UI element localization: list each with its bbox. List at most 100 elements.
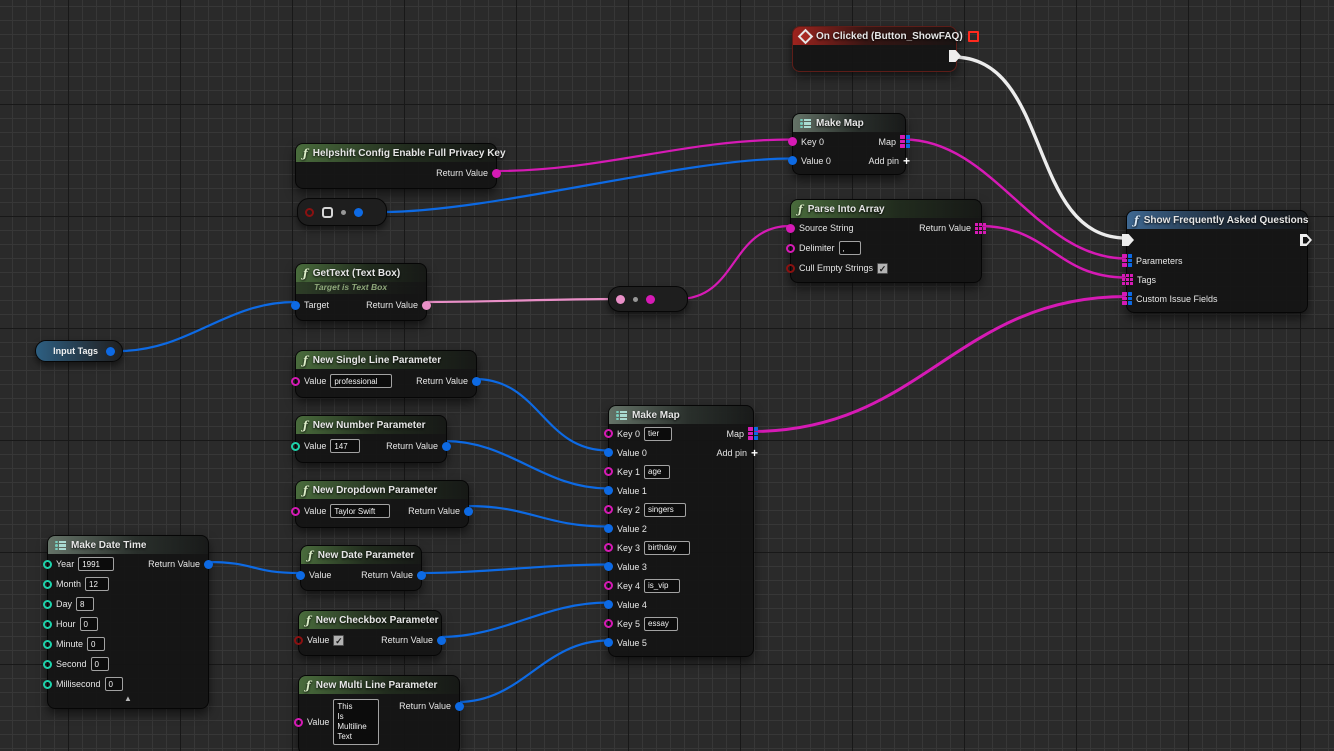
node-title-bar[interactable]: ƒGetText (Text Box)	[296, 264, 426, 282]
node-parse-into-array[interactable]: ƒParse Into ArraySource StringReturn Val…	[790, 199, 982, 283]
value-pin[interactable]	[291, 442, 300, 451]
node-new-dropdown-parameter[interactable]: ƒNew Dropdown ParameterValueTaylor Swift…	[295, 480, 469, 528]
second-pin[interactable]	[43, 660, 52, 669]
node-header[interactable]: Make Map	[793, 114, 905, 132]
string-out-pin[interactable]	[646, 295, 655, 304]
hour-input[interactable]: 0	[80, 617, 98, 631]
second-input[interactable]: 0	[91, 657, 109, 671]
node-header[interactable]: ƒGetText (Text Box)Target is Text Box	[296, 264, 426, 294]
exec-out-pin[interactable]	[1300, 234, 1312, 246]
value-input[interactable]: 147	[330, 439, 360, 453]
cull-empty-strings-pin[interactable]	[786, 264, 795, 273]
key-5-input[interactable]: essay	[644, 617, 678, 631]
return-value-pin[interactable]	[492, 169, 501, 178]
node-header[interactable]: ƒNew Checkbox Parameter	[299, 611, 441, 629]
node-title-bar[interactable]: ƒNew Checkbox Parameter	[299, 611, 441, 629]
node-gettext-text-box[interactable]: ƒGetText (Text Box)Target is Text BoxTar…	[295, 263, 427, 321]
output-pin[interactable]	[106, 347, 115, 356]
value-0-pin[interactable]	[788, 156, 797, 165]
node-header[interactable]: Make Map	[609, 406, 753, 424]
return-value-pin[interactable]	[417, 571, 426, 580]
return-value-pin[interactable]	[455, 702, 464, 711]
return-value-pin[interactable]	[472, 377, 481, 386]
node-new-single-line-parameter[interactable]: ƒNew Single Line ParameterValueprofessio…	[295, 350, 477, 398]
node-title-bar[interactable]: ƒNew Multi Line Parameter	[299, 676, 459, 694]
day-pin[interactable]	[43, 600, 52, 609]
value-pin[interactable]	[294, 718, 303, 727]
value-input[interactable]: This Is Multiline Text	[333, 699, 379, 745]
node-title-bar[interactable]: ƒNew Dropdown Parameter	[296, 481, 468, 499]
node-header[interactable]: ƒNew Multi Line Parameter	[299, 676, 459, 694]
collapse-arrow-icon[interactable]: ▲	[48, 694, 208, 704]
node-header[interactable]: On Clicked (Button_ShowFAQ)	[793, 27, 956, 45]
bool-in-pin[interactable]	[305, 208, 314, 217]
value-checkbox[interactable]: ✓	[333, 635, 344, 646]
key-0-pin[interactable]	[788, 137, 797, 146]
node-new-checkbox-parameter[interactable]: ƒNew Checkbox ParameterValue✓Return Valu…	[298, 610, 442, 656]
minute-input[interactable]: 0	[87, 637, 105, 651]
node-title-bar[interactable]: ƒParse Into Array	[791, 200, 981, 218]
value-4-pin[interactable]	[604, 600, 613, 609]
node-helpshift-config-enable-full-privacy-key[interactable]: ƒHelpshift Config Enable Full Privacy Ke…	[295, 143, 497, 189]
node-title-bar[interactable]: ƒShow Frequently Asked Questions	[1127, 211, 1307, 229]
value-3-pin[interactable]	[604, 562, 613, 571]
return-value-pin[interactable]	[464, 507, 473, 516]
map-pin[interactable]	[900, 135, 910, 148]
return-value-pin[interactable]	[437, 636, 446, 645]
node-new-date-parameter[interactable]: ƒNew Date ParameterValueReturn Value	[300, 545, 422, 591]
node-title-bar[interactable]: ƒNew Date Parameter	[301, 546, 421, 564]
out-pin[interactable]	[354, 208, 363, 217]
key-3-input[interactable]: birthday	[644, 541, 690, 555]
node-title-bar[interactable]: ƒHelpshift Config Enable Full Privacy Ke…	[296, 144, 496, 162]
exec-out-pin[interactable]	[949, 50, 961, 62]
exec-in-pin[interactable]	[1122, 234, 1134, 246]
minute-pin[interactable]	[43, 640, 52, 649]
node-header[interactable]: ƒNew Dropdown Parameter	[296, 481, 468, 499]
node-header[interactable]: ƒHelpshift Config Enable Full Privacy Ke…	[296, 144, 496, 162]
value-0-pin[interactable]	[604, 448, 613, 457]
key-5-pin[interactable]	[604, 619, 613, 628]
node-new-number-parameter[interactable]: ƒNew Number ParameterValue147Return Valu…	[295, 415, 447, 463]
node-make-map-top[interactable]: Make MapKey 0MapValue 0Add pin+	[792, 113, 906, 175]
blueprint-graph-canvas[interactable]: On Clicked (Button_ShowFAQ) Make MapKey 0…	[0, 0, 1334, 751]
value-pin[interactable]	[291, 377, 300, 386]
value-1-pin[interactable]	[604, 486, 613, 495]
node-header[interactable]: ƒParse Into Array	[791, 200, 981, 218]
year-pin[interactable]	[43, 560, 52, 569]
node-title-bar[interactable]: ƒNew Number Parameter	[296, 416, 446, 434]
return-value-pin[interactable]	[442, 442, 451, 451]
text-in-pin[interactable]	[616, 295, 625, 304]
key-3-pin[interactable]	[604, 543, 613, 552]
add-pin-button[interactable]: +	[903, 156, 910, 166]
node-header[interactable]: ƒNew Date Parameter	[301, 546, 421, 564]
map-pin[interactable]	[1122, 254, 1132, 267]
node-bool-literal[interactable]	[297, 198, 387, 226]
year-input[interactable]: 1991	[78, 557, 114, 571]
map-pin[interactable]	[748, 427, 758, 440]
value-5-pin[interactable]	[604, 638, 613, 647]
value-input[interactable]: Taylor Swift	[330, 504, 390, 518]
node-on-clicked-event[interactable]: On Clicked (Button_ShowFAQ)	[792, 26, 957, 72]
node-header[interactable]: ƒNew Single Line Parameter	[296, 351, 476, 369]
key-2-input[interactable]: singers	[644, 503, 686, 517]
key-4-input[interactable]: is_vip	[644, 579, 680, 593]
value-pin[interactable]	[294, 636, 303, 645]
node-text-to-string-conversion[interactable]	[608, 286, 688, 312]
bool-checkbox[interactable]	[322, 207, 333, 218]
value-pin[interactable]	[291, 507, 300, 516]
month-input[interactable]: 12	[85, 577, 109, 591]
key-2-pin[interactable]	[604, 505, 613, 514]
node-input-tags-variable[interactable]: Input Tags	[35, 340, 123, 362]
delimiter-pin[interactable]	[786, 244, 795, 253]
key-1-input[interactable]: age	[644, 465, 670, 479]
value-input[interactable]: professional	[330, 374, 392, 388]
node-title-bar[interactable]: On Clicked (Button_ShowFAQ)	[793, 27, 956, 45]
source-string-pin[interactable]	[786, 224, 795, 233]
node-header[interactable]: ƒShow Frequently Asked Questions	[1127, 211, 1307, 229]
value-pin[interactable]	[296, 571, 305, 580]
node-header[interactable]: ƒNew Number Parameter	[296, 416, 446, 434]
array-pin[interactable]	[975, 223, 986, 234]
value-2-pin[interactable]	[604, 524, 613, 533]
node-title-bar[interactable]: ƒNew Single Line Parameter	[296, 351, 476, 369]
return-value-pin[interactable]	[204, 560, 213, 569]
